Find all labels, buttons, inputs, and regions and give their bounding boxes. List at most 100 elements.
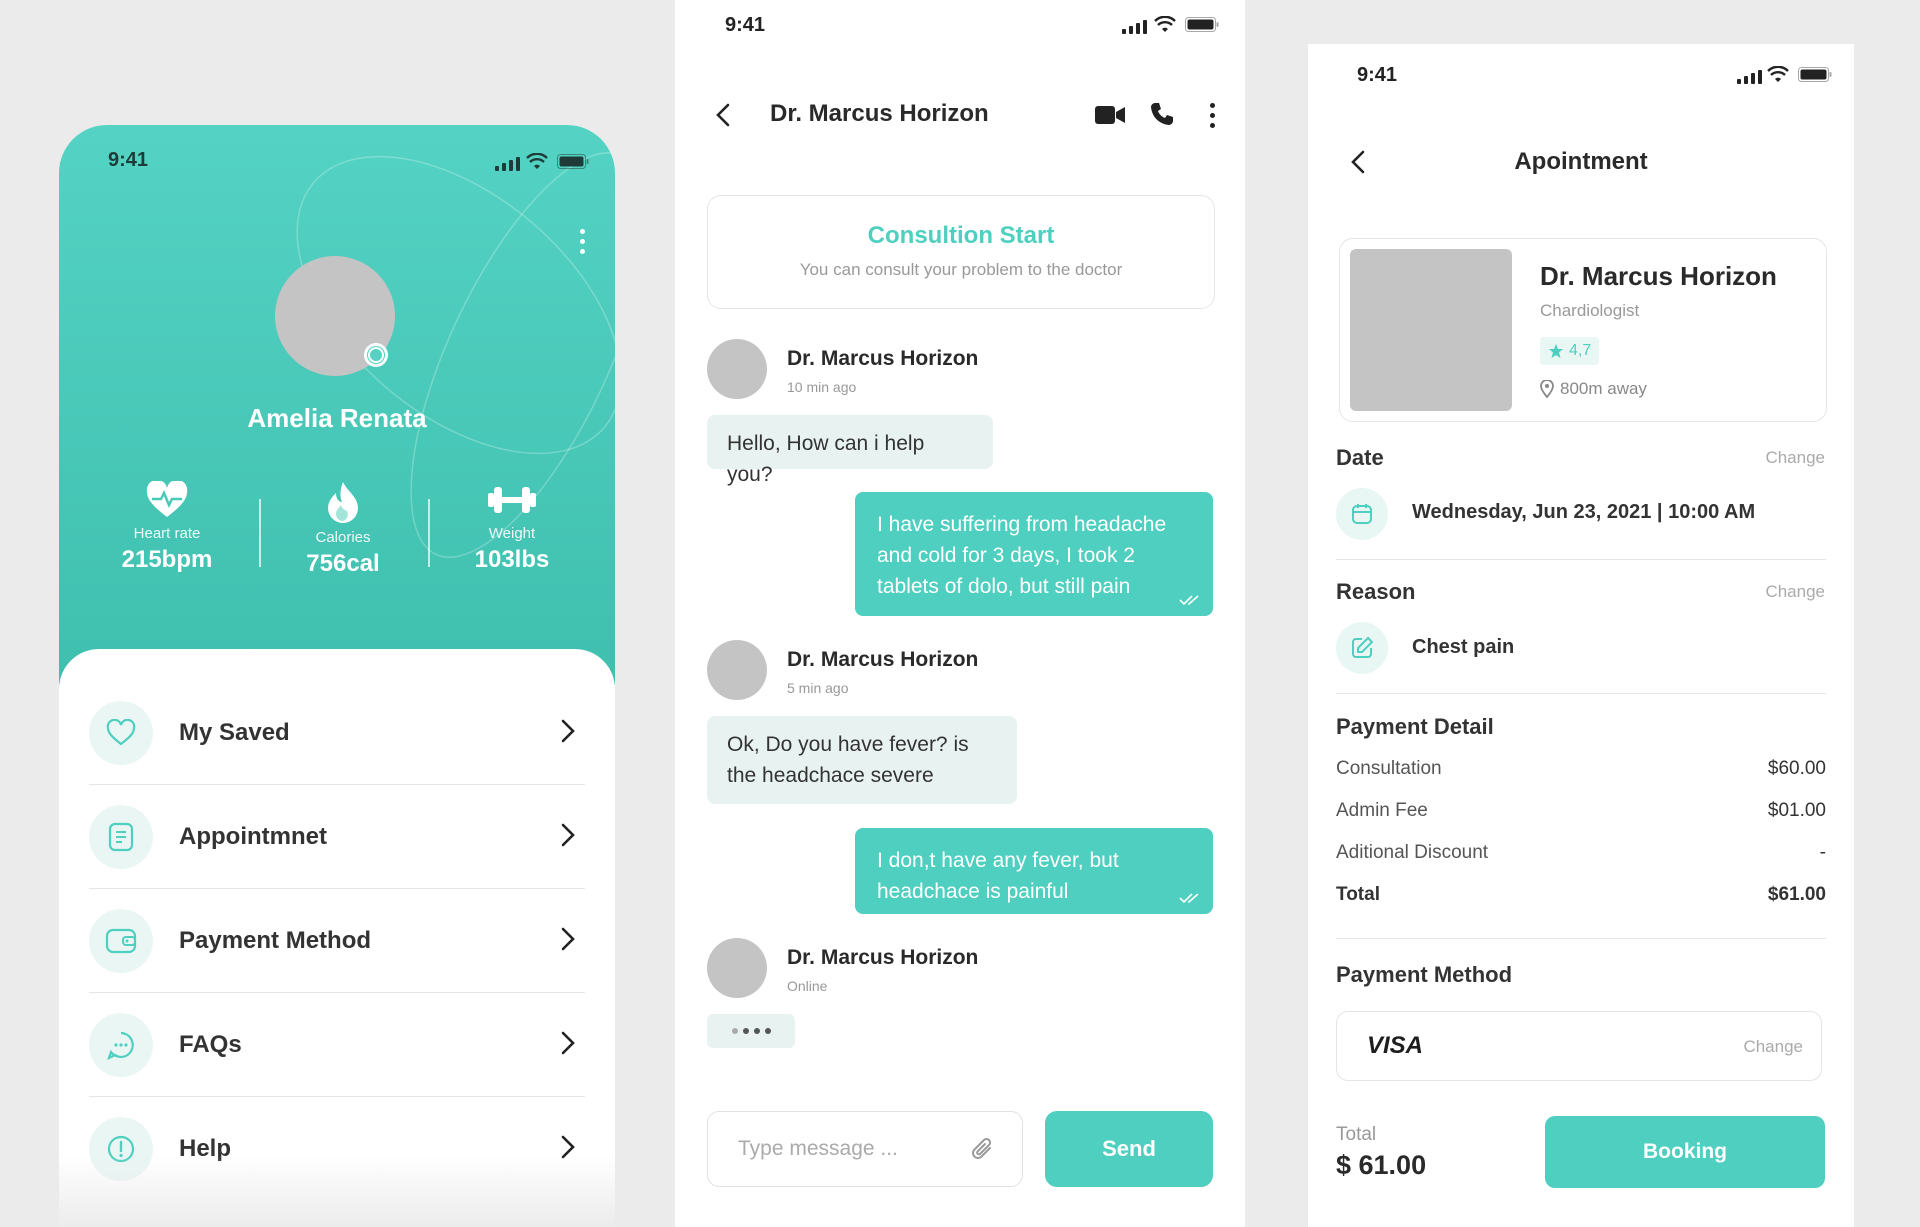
stat-value: 103lbs bbox=[474, 546, 550, 573]
sender-name: Dr. Marcus Horizon bbox=[787, 946, 979, 969]
stat-value: 756cal bbox=[306, 550, 380, 577]
heart-icon bbox=[89, 701, 153, 765]
total-label: Total bbox=[1336, 1124, 1377, 1145]
message-input-box[interactable] bbox=[707, 1111, 1023, 1187]
doctor-photo bbox=[1350, 249, 1512, 411]
stat-divider bbox=[428, 499, 430, 567]
stat-heart-rate: Heart rate 215bpm bbox=[92, 481, 242, 574]
menu-item-payment-method[interactable]: Payment Method bbox=[89, 889, 585, 993]
payment-amount: - bbox=[1819, 842, 1826, 863]
profile-menu-sheet: My Saved Appointmnet Payment Method FAQs bbox=[59, 649, 615, 1227]
payment-label: Total bbox=[1336, 884, 1380, 905]
menu-item-faqs[interactable]: FAQs bbox=[89, 993, 585, 1097]
doctor-avatar bbox=[707, 339, 767, 399]
sender-name: Dr. Marcus Horizon bbox=[787, 347, 979, 370]
document-icon bbox=[89, 805, 153, 869]
payment-method-card[interactable]: VISA Change bbox=[1336, 1011, 1822, 1081]
incoming-message-bubble: Ok, Do you have fever? is the headchace … bbox=[707, 716, 1017, 804]
send-button[interactable]: Send bbox=[1045, 1111, 1213, 1187]
page-title: Apointment bbox=[1514, 148, 1648, 175]
wallet-icon bbox=[89, 909, 153, 973]
date-section-title: Date bbox=[1336, 445, 1384, 470]
profile-screen: 9:41 Amelia Renata Heart rate 215bpm Cal… bbox=[59, 125, 615, 1227]
chat-bubble-icon bbox=[89, 1013, 153, 1077]
consultation-title: Consultion Start bbox=[867, 222, 1055, 249]
typing-indicator bbox=[707, 1014, 795, 1048]
camera-icon[interactable] bbox=[364, 343, 388, 367]
payment-label: Admin Fee bbox=[1336, 800, 1428, 821]
status-time: 9:41 bbox=[108, 149, 149, 171]
stat-label: Heart rate bbox=[133, 525, 201, 542]
doctor-distance: 800m away bbox=[1540, 379, 1647, 399]
stat-value: 215bpm bbox=[121, 546, 213, 573]
reason-value: Chest pain bbox=[1412, 636, 1515, 658]
outgoing-message-bubble: I have suffering from headache and cold … bbox=[855, 492, 1213, 616]
chevron-right-icon bbox=[561, 1031, 575, 1055]
change-date-link[interactable]: Change bbox=[1765, 448, 1825, 468]
more-options-icon[interactable] bbox=[1210, 103, 1215, 128]
menu-item-my-saved[interactable]: My Saved bbox=[89, 681, 585, 785]
chevron-right-icon bbox=[561, 719, 575, 743]
signal-icon bbox=[495, 157, 520, 171]
video-call-icon[interactable] bbox=[1094, 104, 1126, 126]
stat-weight: Weight 103lbs bbox=[437, 481, 587, 574]
divider bbox=[1336, 938, 1826, 939]
payment-detail-title: Payment Detail bbox=[1336, 714, 1494, 739]
signal-icon bbox=[1122, 20, 1147, 34]
stat-divider bbox=[259, 499, 261, 567]
message-text: I don,t have any fever, but headchace is… bbox=[877, 849, 1119, 903]
battery-icon bbox=[1185, 17, 1219, 32]
flame-icon bbox=[328, 482, 358, 523]
chat-title: Dr. Marcus Horizon bbox=[770, 100, 989, 127]
chevron-right-icon bbox=[561, 927, 575, 951]
paperclip-icon[interactable] bbox=[970, 1136, 996, 1164]
doctor-avatar bbox=[707, 640, 767, 700]
online-status: Online bbox=[787, 978, 828, 994]
dumbbell-icon bbox=[488, 487, 536, 513]
wifi-icon bbox=[1767, 66, 1789, 82]
menu-label: Payment Method bbox=[179, 927, 372, 954]
outgoing-message-bubble: I don,t have any fever, but headchace is… bbox=[855, 828, 1213, 914]
message-time: 10 min ago bbox=[787, 379, 857, 395]
reason-section-title: Reason bbox=[1336, 579, 1416, 604]
edit-icon bbox=[1336, 622, 1388, 674]
payment-label: Aditional Discount bbox=[1336, 842, 1489, 863]
calendar-icon bbox=[1336, 488, 1388, 540]
booking-button[interactable]: Booking bbox=[1545, 1116, 1825, 1188]
signal-icon bbox=[1737, 70, 1762, 84]
stat-label: Calories bbox=[315, 529, 371, 546]
back-chevron-icon[interactable] bbox=[716, 103, 730, 127]
consultation-subtitle: You can consult your problem to the doct… bbox=[799, 260, 1123, 279]
chat-screen: 9:41 Dr. Marcus Horizon Consultion Start… bbox=[675, 0, 1245, 1227]
status-time: 9:41 bbox=[1357, 64, 1398, 86]
consultation-banner: Consultion Start You can consult your pr… bbox=[707, 195, 1215, 309]
payment-method-title: Payment Method bbox=[1336, 962, 1513, 987]
location-pin-icon bbox=[1540, 380, 1554, 398]
payment-amount: $60.00 bbox=[1767, 758, 1826, 779]
distance-text: 800m away bbox=[1560, 379, 1647, 398]
menu-label: FAQs bbox=[179, 1031, 242, 1058]
doctor-avatar bbox=[707, 938, 767, 998]
divider bbox=[1336, 559, 1826, 560]
message-input[interactable] bbox=[736, 1136, 960, 1162]
doctor-card[interactable]: Dr. Marcus Horizon Chardiologist 4,7 800… bbox=[1339, 238, 1827, 422]
double-check-icon bbox=[1179, 595, 1199, 606]
doctor-specialty: Chardiologist bbox=[1540, 301, 1640, 320]
menu-item-appointment[interactable]: Appointmnet bbox=[89, 785, 585, 889]
menu-label: My Saved bbox=[179, 719, 290, 746]
more-options-icon[interactable] bbox=[580, 229, 585, 254]
heart-pulse-icon bbox=[146, 481, 188, 517]
stat-label: Weight bbox=[488, 525, 536, 542]
visa-logo: VISA bbox=[1367, 1032, 1424, 1059]
payment-row-admin-fee: Admin Fee $01.00 bbox=[1336, 800, 1826, 822]
appointment-screen: 9:41 Apointment Dr. Marcus Horizon Chard… bbox=[1308, 44, 1854, 1227]
chevron-right-icon bbox=[561, 823, 575, 847]
status-time: 9:41 bbox=[725, 14, 766, 36]
double-check-icon bbox=[1179, 893, 1199, 904]
menu-label: Appointmnet bbox=[179, 823, 327, 850]
phone-call-icon[interactable] bbox=[1149, 101, 1175, 127]
change-reason-link[interactable]: Change bbox=[1765, 582, 1825, 602]
message-text: I have suffering from headache and cold … bbox=[877, 513, 1167, 598]
change-payment-link[interactable]: Change bbox=[1743, 1037, 1803, 1057]
star-icon bbox=[1549, 344, 1563, 358]
